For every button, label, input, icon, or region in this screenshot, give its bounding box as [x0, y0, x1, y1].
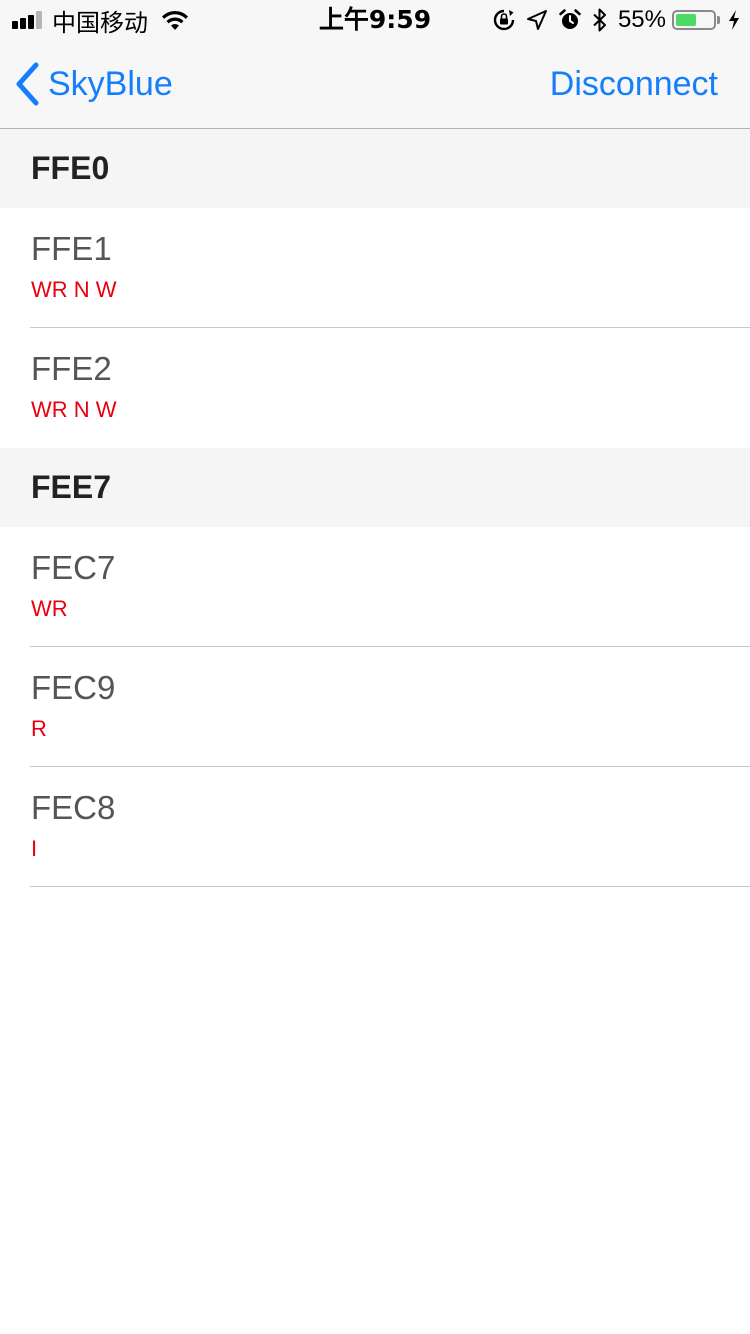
list-item[interactable]: FFE1 WR N W: [0, 208, 750, 328]
characteristics-list: FFE0 FFE1 WR N W FFE2 WR N W FEE7 FEC7 W…: [0, 129, 750, 887]
characteristic-properties: I: [31, 836, 38, 861]
disconnect-button[interactable]: Disconnect: [550, 60, 718, 108]
characteristic-uuid: FEC9: [31, 669, 116, 706]
chevron-left-icon: [16, 62, 39, 106]
location-icon: [526, 9, 548, 31]
list-item[interactable]: FEC8 I: [0, 767, 750, 887]
battery-nub: [717, 16, 720, 24]
characteristic-properties: WR N W: [31, 397, 117, 422]
battery-level: [676, 14, 696, 26]
back-button-label: SkyBlue: [48, 64, 173, 103]
bluetooth-icon: [592, 7, 608, 33]
characteristic-properties: R: [31, 716, 47, 741]
battery-percent: 55%: [617, 6, 666, 33]
back-button[interactable]: SkyBlue: [14, 60, 173, 108]
section-header-fee7: FEE7: [0, 448, 750, 527]
list-item[interactable]: FEC9 R: [0, 647, 750, 767]
charging-icon: [728, 9, 740, 31]
characteristic-properties: WR: [31, 596, 68, 621]
list-item[interactable]: FFE2 WR N W: [0, 328, 750, 448]
alarm-icon: [558, 8, 582, 32]
characteristic-properties: WR N W: [31, 277, 117, 302]
orientation-lock-icon: [492, 8, 516, 32]
list-item[interactable]: FEC7 WR: [0, 527, 750, 647]
characteristic-uuid: FEC7: [31, 549, 116, 586]
battery-icon: [672, 10, 716, 30]
characteristic-uuid: FFE1: [31, 230, 112, 267]
characteristic-uuid: FEC8: [31, 789, 116, 826]
status-right: 55%: [482, 6, 740, 34]
navigation-bar: SkyBlue Disconnect: [0, 40, 750, 129]
characteristic-uuid: FFE2: [31, 350, 112, 387]
row-separator: [30, 886, 750, 887]
section-header-ffe0: FFE0: [0, 129, 750, 208]
status-bar: 中国移动 上午9:59 55%: [0, 0, 750, 40]
